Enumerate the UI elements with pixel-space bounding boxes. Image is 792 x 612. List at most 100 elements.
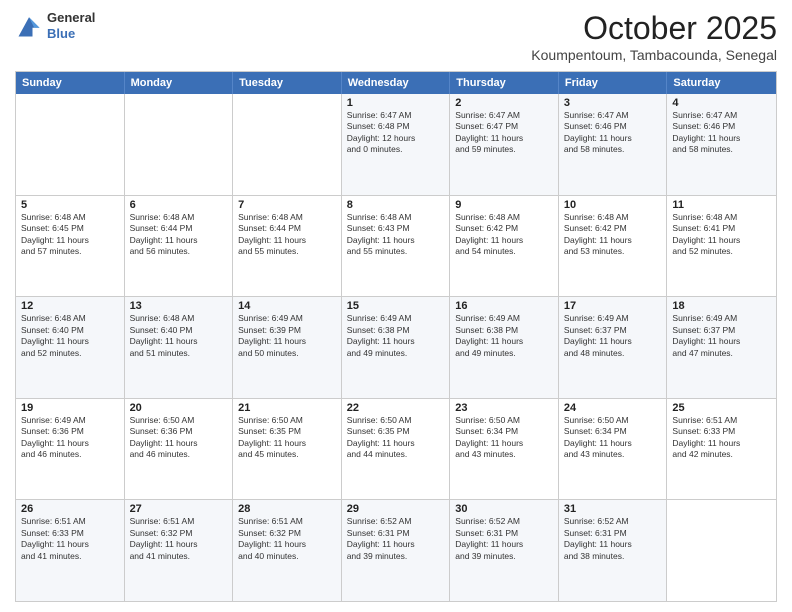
logo-text: General Blue bbox=[47, 10, 95, 41]
day-number: 5 bbox=[21, 199, 119, 211]
day-number: 4 bbox=[672, 97, 771, 109]
day-cell: 23Sunrise: 6:50 AM Sunset: 6:34 PM Dayli… bbox=[450, 399, 559, 500]
day-number: 24 bbox=[564, 402, 662, 414]
day-cell: 16Sunrise: 6:49 AM Sunset: 6:38 PM Dayli… bbox=[450, 297, 559, 398]
calendar: SundayMondayTuesdayWednesdayThursdayFrid… bbox=[15, 71, 777, 602]
day-cell: 10Sunrise: 6:48 AM Sunset: 6:42 PM Dayli… bbox=[559, 196, 668, 297]
day-header: Friday bbox=[559, 72, 668, 94]
day-number: 16 bbox=[455, 300, 553, 312]
day-number: 1 bbox=[347, 97, 445, 109]
logo: General Blue bbox=[15, 10, 95, 41]
day-number: 27 bbox=[130, 503, 228, 515]
day-number: 3 bbox=[564, 97, 662, 109]
day-number: 19 bbox=[21, 402, 119, 414]
day-cell: 22Sunrise: 6:50 AM Sunset: 6:35 PM Dayli… bbox=[342, 399, 451, 500]
day-info: Sunrise: 6:47 AM Sunset: 6:47 PM Dayligh… bbox=[455, 110, 553, 156]
day-cell: 29Sunrise: 6:52 AM Sunset: 6:31 PM Dayli… bbox=[342, 500, 451, 601]
day-cell: 4Sunrise: 6:47 AM Sunset: 6:46 PM Daylig… bbox=[667, 94, 776, 195]
day-cell bbox=[233, 94, 342, 195]
day-number: 29 bbox=[347, 503, 445, 515]
day-info: Sunrise: 6:50 AM Sunset: 6:35 PM Dayligh… bbox=[238, 415, 336, 461]
logo-general: General bbox=[47, 10, 95, 25]
day-cell: 27Sunrise: 6:51 AM Sunset: 6:32 PM Dayli… bbox=[125, 500, 234, 601]
day-info: Sunrise: 6:51 AM Sunset: 6:32 PM Dayligh… bbox=[238, 516, 336, 562]
day-number: 14 bbox=[238, 300, 336, 312]
logo-blue: Blue bbox=[47, 26, 75, 41]
day-number: 22 bbox=[347, 402, 445, 414]
day-cell: 19Sunrise: 6:49 AM Sunset: 6:36 PM Dayli… bbox=[16, 399, 125, 500]
day-number: 12 bbox=[21, 300, 119, 312]
day-number: 15 bbox=[347, 300, 445, 312]
day-info: Sunrise: 6:48 AM Sunset: 6:40 PM Dayligh… bbox=[21, 313, 119, 359]
day-number: 25 bbox=[672, 402, 771, 414]
day-info: Sunrise: 6:48 AM Sunset: 6:41 PM Dayligh… bbox=[672, 212, 771, 258]
day-info: Sunrise: 6:48 AM Sunset: 6:44 PM Dayligh… bbox=[238, 212, 336, 258]
day-cell: 2Sunrise: 6:47 AM Sunset: 6:47 PM Daylig… bbox=[450, 94, 559, 195]
day-info: Sunrise: 6:49 AM Sunset: 6:37 PM Dayligh… bbox=[672, 313, 771, 359]
day-cell: 26Sunrise: 6:51 AM Sunset: 6:33 PM Dayli… bbox=[16, 500, 125, 601]
day-cell: 11Sunrise: 6:48 AM Sunset: 6:41 PM Dayli… bbox=[667, 196, 776, 297]
day-cell: 20Sunrise: 6:50 AM Sunset: 6:36 PM Dayli… bbox=[125, 399, 234, 500]
day-cell: 3Sunrise: 6:47 AM Sunset: 6:46 PM Daylig… bbox=[559, 94, 668, 195]
day-cell: 31Sunrise: 6:52 AM Sunset: 6:31 PM Dayli… bbox=[559, 500, 668, 601]
day-cell: 30Sunrise: 6:52 AM Sunset: 6:31 PM Dayli… bbox=[450, 500, 559, 601]
day-number: 18 bbox=[672, 300, 771, 312]
day-info: Sunrise: 6:49 AM Sunset: 6:39 PM Dayligh… bbox=[238, 313, 336, 359]
day-info: Sunrise: 6:50 AM Sunset: 6:34 PM Dayligh… bbox=[455, 415, 553, 461]
title-block: October 2025 Koumpentoum, Tambacounda, S… bbox=[531, 10, 777, 63]
day-cell: 9Sunrise: 6:48 AM Sunset: 6:42 PM Daylig… bbox=[450, 196, 559, 297]
day-info: Sunrise: 6:50 AM Sunset: 6:34 PM Dayligh… bbox=[564, 415, 662, 461]
day-info: Sunrise: 6:48 AM Sunset: 6:42 PM Dayligh… bbox=[455, 212, 553, 258]
day-number: 17 bbox=[564, 300, 662, 312]
day-cell: 8Sunrise: 6:48 AM Sunset: 6:43 PM Daylig… bbox=[342, 196, 451, 297]
day-info: Sunrise: 6:50 AM Sunset: 6:35 PM Dayligh… bbox=[347, 415, 445, 461]
day-number: 21 bbox=[238, 402, 336, 414]
day-number: 23 bbox=[455, 402, 553, 414]
day-header: Sunday bbox=[16, 72, 125, 94]
day-info: Sunrise: 6:47 AM Sunset: 6:48 PM Dayligh… bbox=[347, 110, 445, 156]
day-info: Sunrise: 6:50 AM Sunset: 6:36 PM Dayligh… bbox=[130, 415, 228, 461]
day-info: Sunrise: 6:51 AM Sunset: 6:33 PM Dayligh… bbox=[21, 516, 119, 562]
day-header: Saturday bbox=[667, 72, 776, 94]
day-number: 8 bbox=[347, 199, 445, 211]
day-cell: 28Sunrise: 6:51 AM Sunset: 6:32 PM Dayli… bbox=[233, 500, 342, 601]
day-info: Sunrise: 6:48 AM Sunset: 6:43 PM Dayligh… bbox=[347, 212, 445, 258]
header: General Blue October 2025 Koumpentoum, T… bbox=[15, 10, 777, 63]
day-number: 9 bbox=[455, 199, 553, 211]
day-number: 7 bbox=[238, 199, 336, 211]
day-info: Sunrise: 6:49 AM Sunset: 6:38 PM Dayligh… bbox=[347, 313, 445, 359]
day-info: Sunrise: 6:51 AM Sunset: 6:32 PM Dayligh… bbox=[130, 516, 228, 562]
day-info: Sunrise: 6:48 AM Sunset: 6:44 PM Dayligh… bbox=[130, 212, 228, 258]
day-number: 2 bbox=[455, 97, 553, 109]
logo-icon bbox=[15, 12, 43, 40]
day-info: Sunrise: 6:52 AM Sunset: 6:31 PM Dayligh… bbox=[564, 516, 662, 562]
month-title: October 2025 bbox=[531, 10, 777, 47]
day-number: 28 bbox=[238, 503, 336, 515]
day-header: Thursday bbox=[450, 72, 559, 94]
day-cell: 24Sunrise: 6:50 AM Sunset: 6:34 PM Dayli… bbox=[559, 399, 668, 500]
day-cell: 15Sunrise: 6:49 AM Sunset: 6:38 PM Dayli… bbox=[342, 297, 451, 398]
week-row: 12Sunrise: 6:48 AM Sunset: 6:40 PM Dayli… bbox=[16, 296, 776, 398]
week-row: 5Sunrise: 6:48 AM Sunset: 6:45 PM Daylig… bbox=[16, 195, 776, 297]
day-number: 31 bbox=[564, 503, 662, 515]
day-cell bbox=[16, 94, 125, 195]
day-cell: 1Sunrise: 6:47 AM Sunset: 6:48 PM Daylig… bbox=[342, 94, 451, 195]
weeks: 1Sunrise: 6:47 AM Sunset: 6:48 PM Daylig… bbox=[16, 94, 776, 601]
week-row: 1Sunrise: 6:47 AM Sunset: 6:48 PM Daylig… bbox=[16, 94, 776, 195]
day-headers: SundayMondayTuesdayWednesdayThursdayFrid… bbox=[16, 72, 776, 94]
day-info: Sunrise: 6:48 AM Sunset: 6:40 PM Dayligh… bbox=[130, 313, 228, 359]
day-cell: 5Sunrise: 6:48 AM Sunset: 6:45 PM Daylig… bbox=[16, 196, 125, 297]
day-cell: 6Sunrise: 6:48 AM Sunset: 6:44 PM Daylig… bbox=[125, 196, 234, 297]
day-cell bbox=[667, 500, 776, 601]
day-number: 13 bbox=[130, 300, 228, 312]
week-row: 19Sunrise: 6:49 AM Sunset: 6:36 PM Dayli… bbox=[16, 398, 776, 500]
day-header: Monday bbox=[125, 72, 234, 94]
day-number: 10 bbox=[564, 199, 662, 211]
week-row: 26Sunrise: 6:51 AM Sunset: 6:33 PM Dayli… bbox=[16, 499, 776, 601]
day-info: Sunrise: 6:52 AM Sunset: 6:31 PM Dayligh… bbox=[455, 516, 553, 562]
day-info: Sunrise: 6:49 AM Sunset: 6:38 PM Dayligh… bbox=[455, 313, 553, 359]
day-number: 6 bbox=[130, 199, 228, 211]
day-cell: 25Sunrise: 6:51 AM Sunset: 6:33 PM Dayli… bbox=[667, 399, 776, 500]
day-info: Sunrise: 6:48 AM Sunset: 6:42 PM Dayligh… bbox=[564, 212, 662, 258]
day-cell: 12Sunrise: 6:48 AM Sunset: 6:40 PM Dayli… bbox=[16, 297, 125, 398]
